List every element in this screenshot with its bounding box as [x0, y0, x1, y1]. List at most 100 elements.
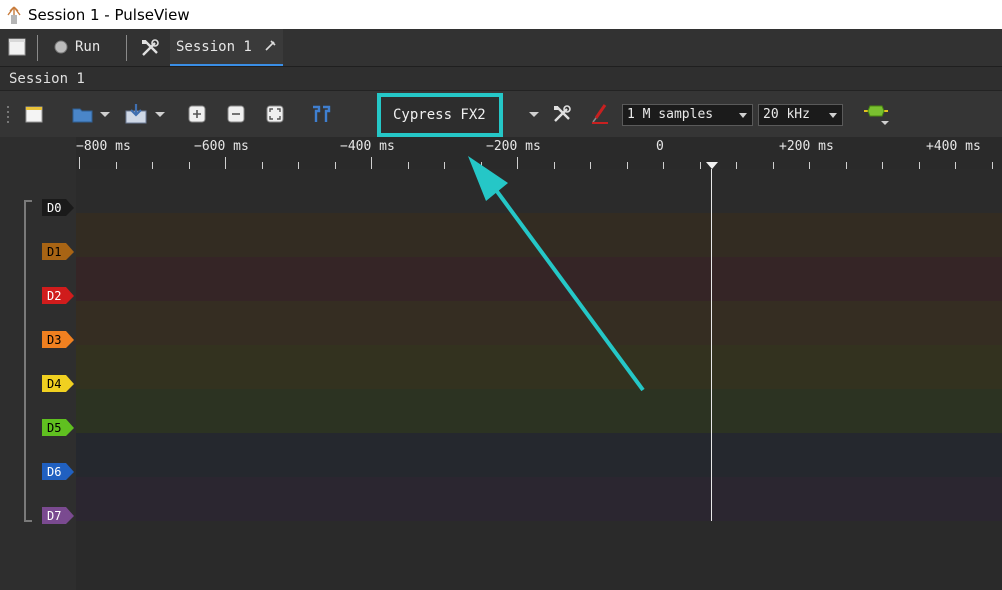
ruler-tick	[627, 162, 628, 169]
cursor-toggle-button[interactable]	[310, 101, 332, 127]
lane-d3	[76, 301, 1002, 345]
ruler-tick	[846, 162, 847, 169]
time-cursor-line[interactable]	[711, 169, 712, 521]
ruler-tick	[335, 162, 336, 169]
zoom-fit-icon	[266, 105, 284, 123]
zoom-out-button[interactable]	[225, 101, 247, 127]
channel-name: D1	[47, 245, 62, 259]
tools-icon	[142, 39, 159, 56]
sample-count-value: 1 M samples	[627, 107, 714, 122]
new-session-icon	[25, 106, 43, 123]
ruler-tick	[773, 162, 774, 169]
lane-d1	[76, 213, 1002, 257]
channel-label-d6[interactable]: D6	[42, 463, 76, 480]
ruler-tick	[116, 162, 117, 169]
ruler-tick	[736, 162, 737, 169]
channel-name: D2	[47, 289, 62, 303]
new-document-icon	[8, 38, 26, 56]
ruler-tick	[152, 162, 153, 169]
run-button[interactable]: Run	[54, 39, 100, 55]
device-dropdown-arrow[interactable]	[527, 101, 541, 127]
channel-label-d4[interactable]: D4	[42, 375, 76, 392]
new-view-button[interactable]	[8, 38, 26, 56]
ruler-tick	[444, 162, 445, 169]
tab-close-icon[interactable]	[264, 39, 276, 55]
trace-view[interactable]	[76, 169, 1002, 590]
add-decoder-button[interactable]	[861, 101, 891, 127]
zoom-in-button[interactable]	[186, 101, 208, 127]
zoom-out-icon	[227, 105, 245, 123]
new-session-button[interactable]	[23, 101, 45, 127]
save-download-icon	[125, 104, 147, 124]
zoom-in-icon	[188, 105, 206, 123]
ruler-tick	[262, 162, 263, 169]
lane-d5	[76, 389, 1002, 433]
chevron-down-icon	[100, 112, 110, 117]
ruler-label: +200 ms	[779, 139, 834, 154]
run-label: Run	[75, 39, 101, 55]
ruler-tick	[481, 162, 482, 169]
ruler-tick	[189, 162, 190, 169]
sample-rate-select[interactable]: 20 kHz	[758, 104, 843, 126]
ruler-label: +400 ms	[926, 139, 981, 154]
chevron-down-icon	[155, 112, 165, 117]
lane-d4	[76, 345, 1002, 389]
lane-d7	[76, 477, 1002, 521]
folder-open-icon	[72, 108, 93, 123]
pulseview-logo-icon	[6, 5, 22, 25]
window-titlebar: Session 1 - PulseView	[0, 0, 1002, 29]
channel-name: D5	[47, 421, 62, 435]
lane-d2	[76, 257, 1002, 301]
ruler-tick	[225, 157, 226, 169]
channel-group-bracket	[24, 200, 32, 522]
chevron-down-icon	[739, 113, 747, 118]
ruler-tick	[919, 162, 920, 169]
channel-name: D3	[47, 333, 62, 347]
ruler-tick	[298, 162, 299, 169]
channel-label-d1[interactable]: D1	[42, 243, 76, 260]
open-file-button[interactable]	[69, 101, 113, 127]
ruler-tick	[408, 162, 409, 169]
chevron-down-icon	[529, 112, 539, 117]
ruler-label: −600 ms	[194, 139, 249, 154]
ruler-tick	[590, 162, 591, 169]
channel-name: D6	[47, 465, 62, 479]
configure-device-button[interactable]	[551, 101, 573, 127]
sample-count-select[interactable]: 1 M samples	[622, 104, 753, 126]
channel-label-d0[interactable]: D0	[42, 199, 76, 216]
ruler-tick	[554, 162, 555, 169]
session-tabbar: Run Session 1	[0, 29, 1002, 67]
ruler-tick	[79, 157, 80, 169]
lane-d0	[76, 169, 1002, 213]
time-ruler[interactable]: −800 ms −600 ms −400 ms −200 ms 0 +200 m…	[76, 137, 1002, 169]
channel-label-d2[interactable]: D2	[42, 287, 76, 304]
ruler-label: −800 ms	[76, 139, 131, 154]
settings-button[interactable]	[140, 38, 160, 58]
channel-label-d3[interactable]: D3	[42, 331, 76, 348]
tab-session-label: Session 1	[176, 38, 252, 55]
tab-session-1[interactable]: Session 1	[170, 29, 283, 66]
cursor-markers-icon	[313, 105, 331, 122]
ruler-label: −200 ms	[486, 139, 541, 154]
save-file-button[interactable]	[121, 101, 169, 127]
channel-label-d5[interactable]: D5	[42, 419, 76, 436]
zoom-fit-button[interactable]	[264, 101, 286, 127]
channel-name: D7	[47, 509, 62, 523]
ruler-tick	[700, 162, 701, 169]
ruler-tick	[371, 157, 372, 169]
ruler-tick	[882, 162, 883, 169]
ruler-tick	[517, 157, 518, 169]
ruler-tick	[955, 162, 956, 169]
toolbar-grip-icon[interactable]	[6, 101, 12, 127]
channel-name: D4	[47, 377, 62, 391]
ruler-tick	[992, 162, 993, 169]
cursor-marker-icon[interactable]	[706, 162, 718, 169]
channel-label-d7[interactable]: D7	[42, 507, 76, 524]
ruler-tick	[809, 162, 810, 169]
device-select[interactable]: Cypress FX2	[377, 93, 503, 137]
chevron-down-icon	[829, 113, 837, 118]
device-name: Cypress FX2	[393, 107, 486, 123]
window-title: Session 1 - PulseView	[28, 5, 190, 24]
sample-rate-value: 20 kHz	[763, 107, 810, 122]
probe-config-button[interactable]	[589, 101, 611, 127]
